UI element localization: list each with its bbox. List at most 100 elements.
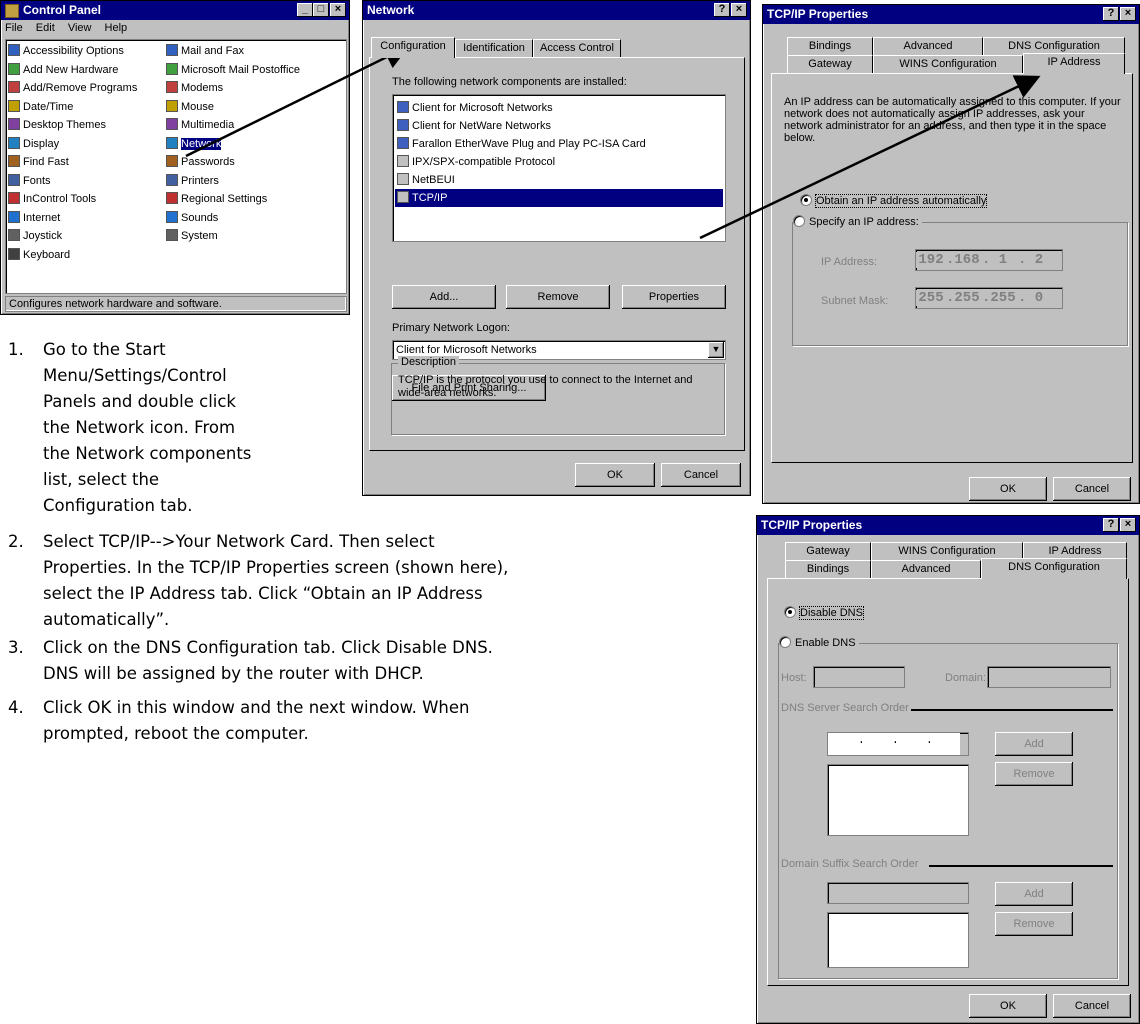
cp-item[interactable]: Desktop Themes	[8, 116, 106, 134]
applet-icon	[8, 210, 20, 223]
cp-item[interactable]: Fonts	[8, 172, 51, 190]
component-item[interactable]: Client for Microsoft Networks	[397, 99, 553, 117]
control-panel-menubar: File Edit View Help	[5, 22, 137, 38]
cp-item[interactable]: Add/Remove Programs	[8, 79, 137, 97]
menu-edit[interactable]: Edit	[36, 22, 55, 34]
dns-panel: Disable DNS Enable DNS Host: Domain: DNS…	[767, 578, 1129, 986]
cp-item[interactable]: Modems	[166, 79, 223, 97]
host-input[interactable]	[813, 666, 905, 688]
menu-view[interactable]: View	[68, 22, 92, 34]
tab-bindings[interactable]: Bindings	[785, 560, 871, 578]
tab-advanced[interactable]: Advanced	[871, 560, 981, 578]
cp-item[interactable]: Mail and Fax	[166, 42, 244, 60]
subnet-mask-field[interactable]: 255. 255. 255. 0	[915, 287, 1063, 309]
cp-item[interactable]: Printers	[166, 172, 219, 190]
cp-item[interactable]: Mouse	[166, 98, 214, 116]
specify-ip-group: Specify an IP address: IP Address: 192. 1…	[792, 214, 1128, 346]
dns-server-list[interactable]	[827, 764, 969, 836]
help-button[interactable]: ?	[714, 3, 730, 17]
network-titlebar: Network ? ×	[363, 1, 750, 20]
cp-item[interactable]: Display	[8, 135, 59, 153]
properties-button[interactable]: Properties	[622, 285, 726, 309]
component-item[interactable]: IPX/SPX-compatible Protocol	[397, 153, 555, 171]
tab-gateway[interactable]: Gateway	[787, 55, 873, 73]
dns-server-ip-field[interactable]: ...	[827, 732, 969, 756]
tab-configuration[interactable]: Configuration	[371, 37, 455, 58]
close-button[interactable]: ×	[731, 3, 747, 17]
remove-button[interactable]: Remove	[506, 285, 610, 309]
cancel-button[interactable]: Cancel	[1053, 477, 1131, 501]
close-button[interactable]: ×	[1120, 518, 1136, 532]
cp-item[interactable]: Regional Settings	[166, 190, 267, 208]
control-panel-icon	[5, 3, 19, 18]
component-item[interactable]: NetBEUI	[397, 171, 455, 189]
control-panel-title: Control Panel	[23, 3, 102, 17]
ip-octet: 255	[916, 290, 946, 306]
close-button[interactable]: ×	[330, 3, 346, 17]
specify-ip-radio[interactable]: Specify an IP address:	[793, 214, 922, 230]
cp-item[interactable]: Internet	[8, 209, 60, 227]
host-label: Host:	[781, 672, 807, 684]
menu-file[interactable]: File	[5, 22, 23, 34]
status-text: Configures network hardware and software…	[9, 298, 222, 310]
help-button[interactable]: ?	[1103, 7, 1119, 21]
applet-icon	[8, 62, 20, 75]
cp-item[interactable]: Date/Time	[8, 98, 73, 116]
description-label: Description	[398, 356, 460, 368]
applet-icon	[8, 81, 20, 93]
ip-address-panel: An IP address can be automatically assig…	[771, 73, 1133, 463]
ok-button[interactable]: OK	[575, 463, 655, 487]
obtain-ip-radio[interactable]: Obtain an IP address automatically	[800, 193, 988, 209]
cp-item[interactable]: Joystick	[8, 227, 62, 245]
cp-item[interactable]: Multimedia	[166, 116, 234, 134]
component-item[interactable]: TCP/IP	[395, 189, 723, 207]
cp-item[interactable]: Accessibility Options	[8, 42, 124, 60]
add-button[interactable]: Add...	[392, 285, 496, 309]
domain-suffix-list[interactable]	[827, 912, 969, 968]
radio-selected-icon	[800, 194, 812, 206]
control-panel-window: Control Panel _ □ × File Edit View Help …	[0, 0, 350, 315]
tab-bindings[interactable]: Bindings	[787, 37, 873, 55]
radio-selected-icon	[784, 606, 796, 618]
component-item[interactable]: Farallon EtherWave Plug and Play PC-ISA …	[397, 135, 646, 153]
tab-dns-configuration[interactable]: DNS Configuration	[981, 558, 1127, 579]
enable-dns-radio[interactable]: Enable DNS	[779, 635, 859, 651]
help-button[interactable]: ?	[1103, 518, 1119, 532]
cancel-button[interactable]: Cancel	[1053, 994, 1131, 1018]
domain-input[interactable]	[987, 666, 1111, 688]
tab-ip-address[interactable]: IP Address	[1023, 53, 1125, 74]
cp-item[interactable]: System	[166, 227, 218, 245]
cp-item[interactable]: Find Fast	[8, 153, 69, 171]
component-item[interactable]: Client for NetWare Networks	[397, 117, 551, 135]
menu-help[interactable]: Help	[105, 22, 128, 34]
tab-access-control[interactable]: Access Control	[533, 39, 621, 57]
cp-item[interactable]: Add New Hardware	[8, 61, 118, 79]
chevron-down-icon[interactable]: ▼	[708, 342, 724, 358]
cp-item[interactable]: Sounds	[166, 209, 218, 227]
disable-dns-radio[interactable]: Disable DNS	[784, 605, 864, 621]
applet-icon	[8, 155, 20, 167]
cp-item[interactable]: Network	[166, 135, 222, 153]
close-button[interactable]: ×	[1120, 7, 1136, 21]
cp-item[interactable]: InControl Tools	[8, 190, 96, 208]
cp-item[interactable]: Passwords	[166, 153, 235, 171]
components-list[interactable]: Client for Microsoft Networks Client for …	[392, 94, 726, 242]
ip-address-field[interactable]: 192. 168. 1. 2	[915, 249, 1063, 271]
tcpip-ip-window: TCP/IP Properties ? × Bindings Advanced …	[762, 4, 1140, 504]
minimize-button[interactable]: _	[297, 3, 313, 17]
cp-item[interactable]: Keyboard	[8, 246, 70, 264]
tab-identification[interactable]: Identification	[455, 39, 533, 57]
domain-label: Domain:	[945, 672, 986, 684]
ok-button[interactable]: OK	[969, 477, 1047, 501]
ok-button[interactable]: OK	[969, 994, 1047, 1018]
maximize-button[interactable]: □	[313, 3, 329, 17]
applet-icon	[8, 173, 20, 186]
domain-suffix-input[interactable]	[827, 882, 969, 904]
applet-icon	[166, 229, 178, 241]
cancel-button[interactable]: Cancel	[661, 463, 741, 487]
cp-item[interactable]: Microsoft Mail Postoffice	[166, 61, 300, 79]
tab-wins-configuration[interactable]: WINS Configuration	[873, 55, 1023, 73]
tab-gateway[interactable]: Gateway	[785, 542, 871, 560]
tab-advanced[interactable]: Advanced	[873, 37, 983, 55]
network-window: Network ? × Configuration Identification…	[362, 0, 751, 496]
